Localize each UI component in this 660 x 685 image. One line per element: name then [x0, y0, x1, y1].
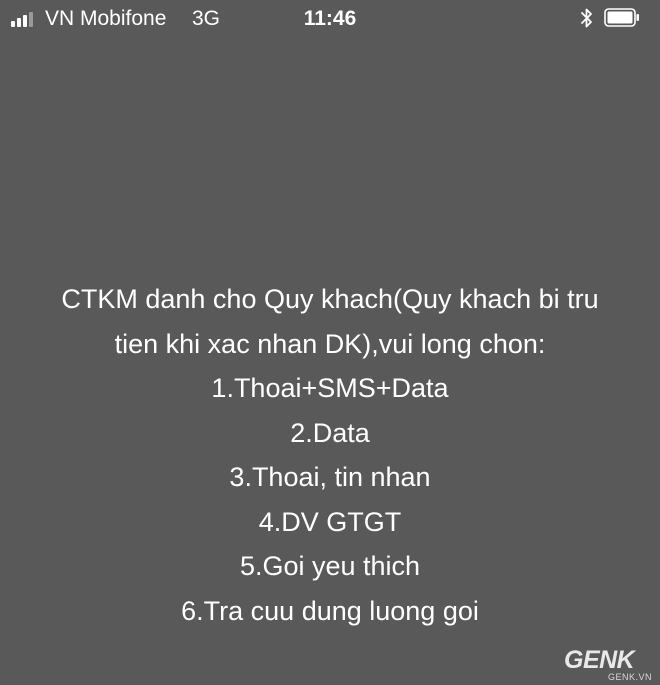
- network-type: 3G: [192, 7, 221, 30]
- carrier-name: VN Mobifone: [45, 7, 167, 30]
- bluetooth-icon: [581, 8, 592, 28]
- watermark-main-text: GENK: [564, 646, 635, 674]
- menu-option-4: 4.DV GTGT: [258, 506, 402, 537]
- menu-option-2: 2.Data: [290, 417, 370, 448]
- genk-watermark-logo: GENK GENK.VN: [558, 645, 658, 683]
- status-time: 11:46: [303, 7, 357, 30]
- ussd-message: CTKM danh cho Quy khach(Quy khach bi tru…: [0, 277, 660, 633]
- watermark-sub-text: GENK.VN: [608, 672, 653, 682]
- menu-option-5: 5.Goi yeu thich: [239, 551, 421, 581]
- battery-icon: [604, 8, 639, 27]
- menu-option-6: 6.Tra cuu dung luong goi: [181, 595, 479, 626]
- message-intro-line-1: CTKM danh cho Quy khach(Quy khach bi tru: [61, 284, 599, 314]
- menu-option-3: 3.Thoai, tin nhan: [229, 462, 431, 492]
- menu-option-1: 1.Thoai+SMS+Data: [211, 373, 449, 403]
- status-bar: VN Mobifone 3G 11:46: [0, 0, 660, 36]
- message-intro-line-2: tien khi xac nhan DK),vui long chon:: [114, 328, 546, 359]
- signal-strength-icon: [11, 11, 41, 27]
